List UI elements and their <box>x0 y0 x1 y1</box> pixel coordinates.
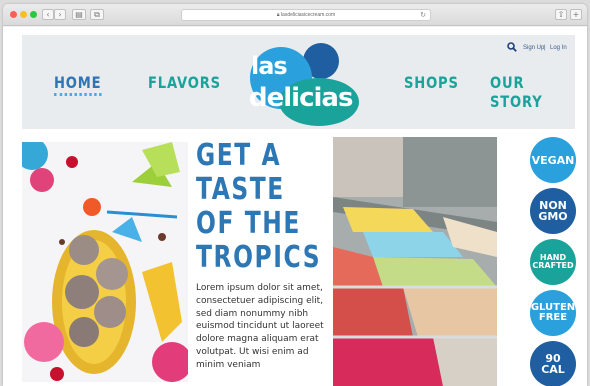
share-icon[interactable]: ⇧ <box>555 9 567 20</box>
hero-heading-line-2: TASTE <box>196 172 285 207</box>
tab-overview-icon[interactable]: ⧉ <box>90 9 104 20</box>
badge-90-cal-line-2: CAL <box>541 363 565 376</box>
badge-gluten-free: GLUTEN FREE <box>530 290 576 336</box>
new-tab-icon[interactable]: + <box>570 9 582 20</box>
site-header: HOME FLAVORS las delicias SHOPS OUR STOR… <box>22 35 575 129</box>
address-text: lasdeliciasicecream.com <box>280 12 336 18</box>
hero-body-text: Lorem ipsum dolor sit amet, consectetuer… <box>196 283 324 370</box>
logo-text-las: las <box>251 52 288 80</box>
address-bar[interactable]: 🔒︎ lasdeliciasicecream.com ↻ <box>181 9 431 21</box>
reload-icon[interactable]: ↻ <box>420 10 426 21</box>
badge-non-gmo-line-2: GMO <box>538 210 568 223</box>
sidebar-toggle-icon[interactable]: ▤ <box>72 9 86 20</box>
gelato-illustration <box>333 137 497 386</box>
maximize-window-button[interactable] <box>30 11 37 18</box>
badge-hand-crafted: HAND CRAFTED <box>530 239 576 285</box>
logo[interactable]: las delicias <box>235 40 365 130</box>
util-separator: | <box>544 45 546 51</box>
web-page: HOME FLAVORS las delicias SHOPS OUR STOR… <box>3 27 587 386</box>
browser-toolbar: ‹ › ▤ ⧉ 🔒︎ lasdeliciasicecream.com ↻ ⇧ + <box>3 4 587 26</box>
lock-icon: 🔒︎ <box>276 12 280 18</box>
browser-window: ‹ › ▤ ⧉ 🔒︎ lasdeliciasicecream.com ↻ ⇧ +… <box>3 4 587 386</box>
sundae-illustration <box>22 142 188 382</box>
hero-heading-line-4: TROPICS <box>196 240 322 275</box>
nav-shops[interactable]: SHOPS <box>404 73 459 92</box>
minimize-window-button[interactable] <box>20 11 27 18</box>
gelato-display-photo <box>333 137 497 386</box>
forward-button[interactable]: › <box>54 9 66 20</box>
back-button[interactable]: ‹ <box>42 9 54 20</box>
hero-heading-line-1: GET A <box>196 138 282 173</box>
badge-vegan: VEGAN <box>530 137 576 183</box>
sign-up-link[interactable]: Sign Up <box>523 45 544 51</box>
badge-vegan-label: VEGAN <box>531 153 575 167</box>
badge-gluten-free-line-2: FREE <box>538 312 568 323</box>
logo-text-delicias: delicias <box>249 83 353 113</box>
close-window-button[interactable] <box>10 11 17 18</box>
pineapple-sundae-photo <box>22 142 188 382</box>
log-in-link[interactable]: Log In <box>550 45 567 51</box>
search-icon[interactable] <box>507 42 517 52</box>
nav-home[interactable]: HOME <box>54 73 102 96</box>
hero-heading: GET A TASTE OF THE TROPICS <box>196 138 322 275</box>
badge-non-gmo: NON GMO <box>530 188 576 234</box>
badge-hand-crafted-line-2: CRAFTED <box>532 261 574 270</box>
badge-90-cal: 90 CAL <box>530 341 576 386</box>
nav-flavors[interactable]: FLAVORS <box>148 73 221 92</box>
nav-our-story[interactable]: OUR STORY <box>490 73 560 111</box>
hero-heading-line-3: OF THE <box>196 206 301 241</box>
